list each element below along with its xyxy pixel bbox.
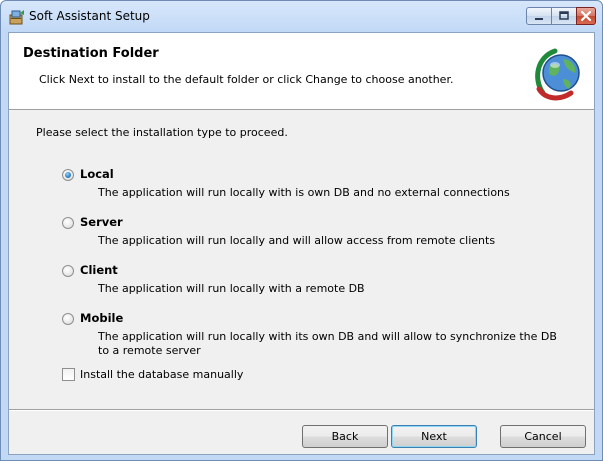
radio-local[interactable] (62, 169, 74, 181)
globe-logo-icon (535, 48, 580, 101)
back-button[interactable]: Back (302, 425, 388, 448)
banner-title: Destination Folder (23, 46, 159, 61)
minimize-icon (535, 18, 543, 20)
option-client-label[interactable]: Client (80, 263, 118, 277)
install-type-panel: Please select the installation type to p… (9, 110, 594, 410)
option-server-label[interactable]: Server (80, 215, 123, 229)
title-bar[interactable]: Soft Assistant Setup (1, 1, 602, 32)
radio-mobile[interactable] (62, 313, 74, 325)
instruction-text: Please select the installation type to p… (36, 126, 288, 139)
close-icon (580, 10, 592, 22)
installer-app-icon (9, 10, 24, 25)
option-server-description: The application will run locally and wil… (98, 234, 496, 247)
maximize-icon (559, 11, 569, 20)
option-mobile-label[interactable]: Mobile (80, 311, 123, 325)
manual-database-checkbox[interactable] (62, 368, 75, 381)
option-local-label[interactable]: Local (80, 167, 114, 181)
minimize-button[interactable] (526, 7, 552, 25)
dialog-client-area: Destination Folder Click Next to install… (8, 32, 595, 455)
radio-server[interactable] (62, 217, 74, 229)
window-title: Soft Assistant Setup (29, 9, 150, 23)
radio-client[interactable] (62, 265, 74, 277)
option-mobile-description: The application will run locally with it… (98, 330, 557, 357)
close-button[interactable] (576, 7, 596, 25)
option-local-description: The application will run locally with is… (98, 186, 510, 199)
footer-divider (9, 409, 594, 411)
cancel-button[interactable]: Cancel (500, 425, 586, 448)
banner-description: Click Next to install to the default fol… (39, 73, 454, 86)
setup-window: Soft Assistant Setup Destination Folder … (0, 0, 603, 461)
header-banner: Destination Folder Click Next to install… (9, 33, 594, 110)
next-button[interactable]: Next (391, 425, 477, 448)
option-client-description: The application will run locally with a … (98, 282, 365, 295)
maximize-button[interactable] (551, 7, 577, 25)
manual-database-label[interactable]: Install the database manually (80, 368, 243, 381)
